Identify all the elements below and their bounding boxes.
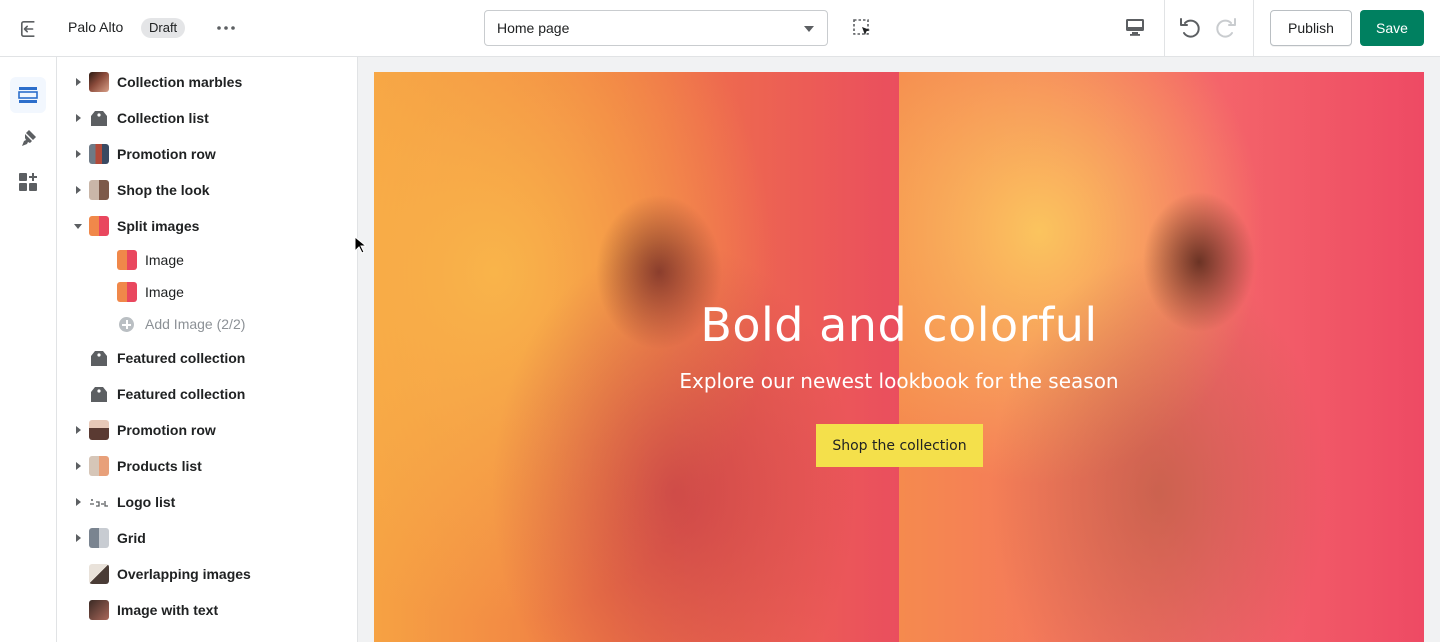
sections-nav-button[interactable]: [10, 77, 46, 113]
desktop-preview-button[interactable]: [1124, 16, 1150, 40]
section-label: Overlapping images: [117, 566, 251, 582]
section-item-collection-marbles[interactable]: Collection marbles: [57, 64, 357, 100]
block-item-image[interactable]: Image: [57, 242, 357, 278]
select-cursor-icon: [853, 19, 870, 35]
section-item-featured-collection[interactable]: Featured collection: [57, 376, 357, 412]
paintbrush-icon: [22, 130, 36, 146]
expand-arrow-icon[interactable]: [76, 426, 81, 434]
expand-arrow-icon[interactable]: [76, 498, 81, 506]
split-image-right[interactable]: [899, 72, 1424, 642]
add-block-button[interactable]: Add Image (2/2): [57, 306, 357, 342]
split-image-left[interactable]: [374, 72, 899, 642]
redo-button[interactable]: [1213, 15, 1239, 41]
expand-arrow-icon[interactable]: [76, 534, 81, 542]
section-thumbnail: [89, 420, 109, 440]
storefront-preview[interactable]: Bold and colorful Explore our newest loo…: [374, 72, 1424, 642]
caret-down-icon: [804, 26, 814, 32]
desktop-icon: [1126, 19, 1144, 36]
save-button[interactable]: Save: [1360, 10, 1424, 46]
expand-arrow-icon[interactable]: [76, 150, 81, 158]
section-label: Grid: [117, 530, 146, 546]
apps-nav-button[interactable]: [10, 164, 46, 200]
undo-icon: [1180, 18, 1200, 38]
block-label: Image: [145, 252, 184, 268]
section-item-promotion-row[interactable]: Promotion row: [57, 412, 357, 448]
exit-button[interactable]: [12, 12, 45, 45]
tag-icon: [89, 384, 109, 404]
section-label: Products list: [117, 458, 202, 474]
block-thumbnail: [117, 282, 137, 302]
section-label: Image with text: [117, 602, 219, 618]
section-item-split-images[interactable]: Split images: [57, 208, 357, 244]
section-item-image-with-text[interactable]: Image with text: [57, 592, 357, 628]
expand-arrow-icon[interactable]: [76, 114, 81, 122]
section-thumbnail: [89, 600, 109, 620]
section-label: Collection marbles: [117, 74, 243, 90]
sections-icon: [18, 87, 38, 103]
section-thumbnail: [89, 528, 109, 548]
editor-icon-rail: [0, 57, 57, 642]
toolbar-divider: [1253, 0, 1254, 57]
plus-circle-icon: [119, 317, 134, 332]
editor-topbar: Palo Alto Draft Home page Publish Save: [0, 0, 1440, 57]
section-item-grid[interactable]: Grid: [57, 520, 357, 556]
block-item-image[interactable]: Image: [57, 274, 357, 310]
section-thumbnail: [89, 216, 109, 236]
hero-subtitle: Explore our newest lookbook for the seas…: [679, 369, 1119, 393]
exit-icon: [20, 20, 34, 37]
section-item-overlapping-images[interactable]: Overlapping images: [57, 556, 357, 592]
logo-list-thumbnail: [89, 492, 109, 512]
block-label: Image: [145, 284, 184, 300]
section-label: Logo list: [117, 494, 176, 510]
theme-settings-nav-button[interactable]: [10, 120, 46, 156]
ellipsis-icon: [217, 26, 235, 30]
undo-button[interactable]: [1177, 15, 1203, 41]
section-label: Promotion row: [117, 146, 216, 162]
mouse-pointer-icon: [354, 236, 366, 254]
section-thumbnail: [89, 180, 109, 200]
hero-title: Bold and colorful: [700, 298, 1098, 352]
inspector-button[interactable]: [850, 16, 874, 40]
tag-icon: [89, 348, 109, 368]
block-thumbnail: [117, 250, 137, 270]
page-template-select[interactable]: Home page: [484, 10, 828, 46]
section-item-logo-list[interactable]: Logo list: [57, 484, 357, 520]
publish-button[interactable]: Publish: [1270, 10, 1352, 46]
toolbar-divider: [1164, 0, 1165, 57]
section-label: Featured collection: [117, 350, 246, 366]
section-label: Split images: [117, 218, 200, 234]
section-item-shop-the-look[interactable]: Shop the look: [57, 172, 357, 208]
section-label: Promotion row: [117, 422, 216, 438]
collapse-arrow-icon[interactable]: [74, 224, 82, 229]
section-thumbnail: [89, 564, 109, 584]
expand-arrow-icon[interactable]: [76, 78, 81, 86]
status-badge: Draft: [141, 18, 186, 38]
section-label: Collection list: [117, 110, 209, 126]
tag-icon: [89, 108, 109, 128]
shop-collection-button[interactable]: Shop the collection: [816, 424, 983, 467]
section-item-collection-list[interactable]: Collection list: [57, 100, 357, 136]
more-actions-button[interactable]: [212, 16, 240, 40]
section-thumbnail: [89, 456, 109, 476]
section-item-promotion-row[interactable]: Promotion row: [57, 136, 357, 172]
section-item-featured-collection[interactable]: Featured collection: [57, 340, 357, 376]
apps-icon: [19, 173, 37, 191]
expand-arrow-icon[interactable]: [76, 462, 81, 470]
section-label: Shop the look: [117, 182, 210, 198]
section-item-products-list[interactable]: Products list: [57, 448, 357, 484]
section-thumbnail: [89, 144, 109, 164]
sections-panel: Collection marbles Collection list Promo…: [57, 57, 358, 642]
expand-arrow-icon[interactable]: [76, 186, 81, 194]
add-block-label: Add Image (2/2): [145, 316, 246, 332]
section-thumbnail: [89, 72, 109, 92]
store-name: Palo Alto: [68, 19, 124, 35]
section-label: Featured collection: [117, 386, 246, 402]
page-select-value: Home page: [497, 20, 570, 36]
redo-icon: [1216, 18, 1236, 38]
